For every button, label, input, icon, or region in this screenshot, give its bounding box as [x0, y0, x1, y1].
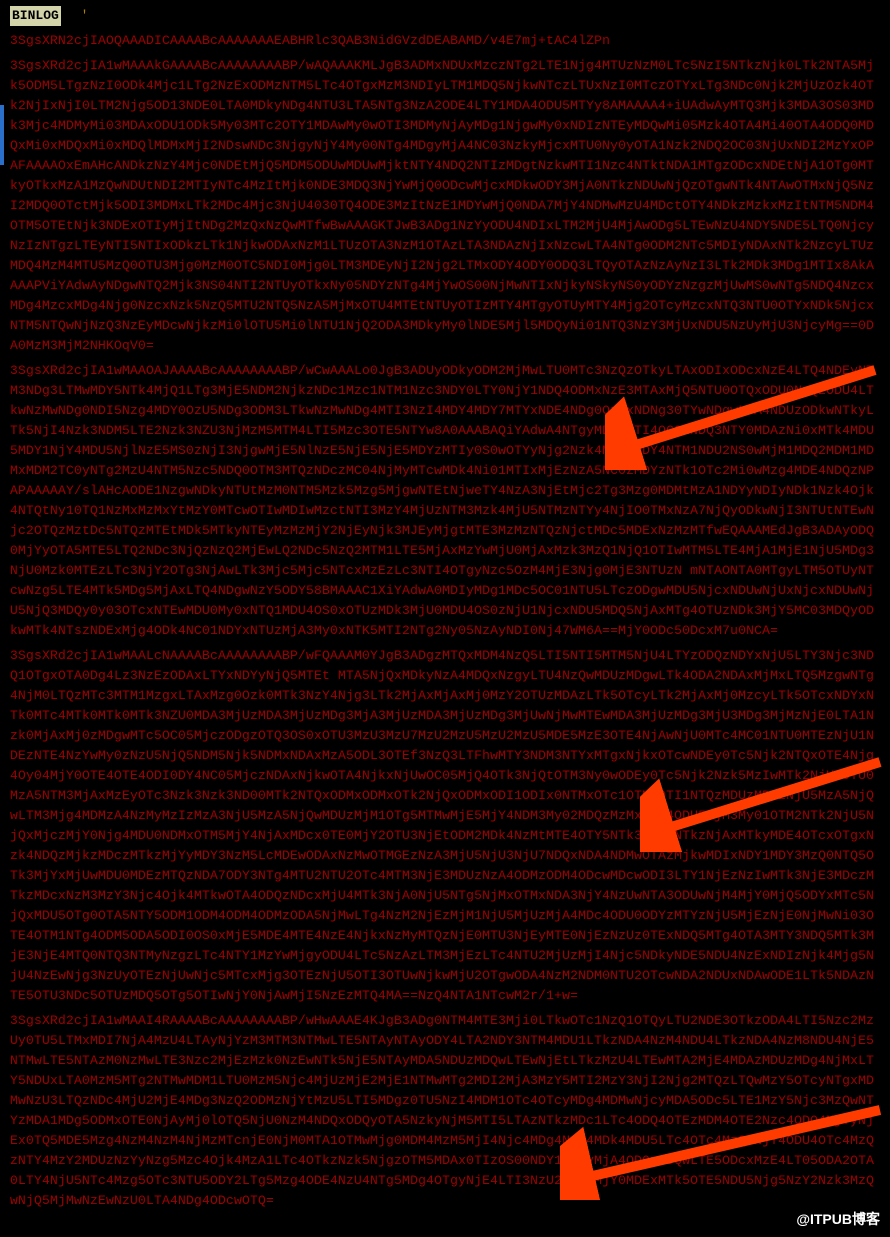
binlog-block-3: 3SgsXRd2cjIA1wMAALcNAAAABcAAAAAAAABP/wFQ… [10, 646, 880, 1006]
binlog-content: 3SgsXRN2cjIAOQAAADICAAAABcAAAAAAAEABHRlc… [10, 31, 880, 1211]
binlog-label: BINLOG [10, 6, 61, 26]
opening-quote: ' [81, 8, 89, 23]
header-row: BINLOG ' [10, 6, 880, 26]
scroll-indicator [0, 105, 4, 165]
watermark: @ITPUB博客 [796, 1209, 880, 1229]
binlog-block-4: 3SgsXRd2cjIA1wMAAI4RAAAABcAAAAAAAABP/wHw… [10, 1011, 880, 1211]
binlog-block-0: 3SgsXRN2cjIAOQAAADICAAAABcAAAAAAAEABHRlc… [10, 31, 880, 51]
binlog-block-1: 3SgsXRd2cjIA1wMAAAkGAAAABcAAAAAAAABP/wAQ… [10, 56, 880, 356]
binlog-block-2: 3SgsXRd2cjIA1wMAAOAJAAAABcAAAAAAAABP/wCw… [10, 361, 880, 641]
